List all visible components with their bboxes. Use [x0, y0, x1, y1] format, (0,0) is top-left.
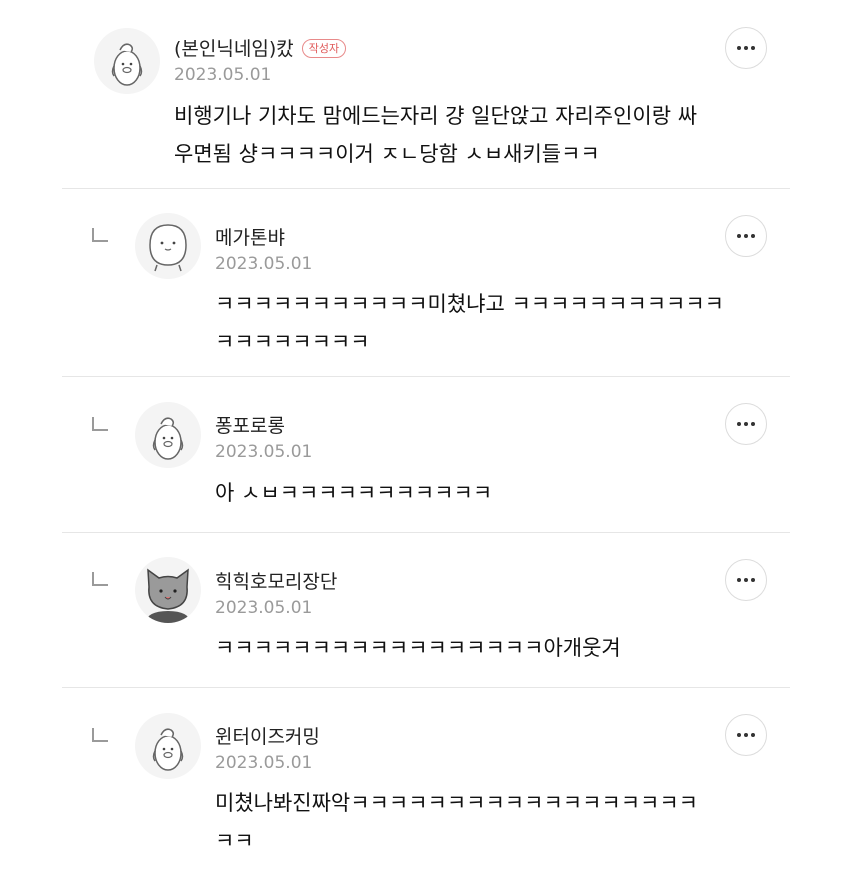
- reply-arrow-icon: [92, 417, 108, 431]
- comment-line: ㅋㅋ: [215, 829, 254, 853]
- comment-date: 2023.05.01: [174, 65, 272, 85]
- more-options-button[interactable]: [725, 714, 767, 756]
- more-options-button[interactable]: [725, 559, 767, 601]
- reply-arrow-icon: [92, 228, 108, 242]
- divider: [62, 376, 790, 377]
- comment-thread: (본인닉네임)캈 작성자 2023.05.01 비행기나 기차도 맘에드는자리 걍…: [0, 0, 850, 884]
- more-options-button[interactable]: [725, 403, 767, 445]
- comment-line: 비행기나 기차도 맘에드는자리 걍 일단앉고 자리주인이랑 싸: [174, 104, 698, 128]
- comment-line: 미쳤나봐진짜악ㅋㅋㅋㅋㅋㅋㅋㅋㅋㅋㅋㅋㅋㅋㅋㅋㅋㅋ: [215, 791, 698, 815]
- comment-date: 2023.05.01: [215, 753, 313, 773]
- comment-line: 우면됨 샹ㅋㅋㅋㅋ이거 ㅈㄴ당함 ㅅㅂ새키들ㅋㅋ: [174, 142, 600, 166]
- comment-date: 2023.05.01: [215, 254, 313, 274]
- comment-date: 2023.05.01: [215, 442, 313, 462]
- more-options-button[interactable]: [725, 215, 767, 257]
- comment-body: ㅋㅋㅋㅋㅋㅋㅋㅋㅋㅋㅋㅋㅋㅋㅋㅋㅋ아개웃겨: [215, 629, 621, 667]
- penguin-avatar[interactable]: [94, 28, 160, 94]
- comment-nickname[interactable]: (본인닉네임)캈 작성자: [174, 34, 347, 61]
- divider: [62, 532, 790, 533]
- more-dots-icon: [737, 234, 755, 238]
- comment-nickname[interactable]: 퐁포로롱: [215, 411, 285, 438]
- comment-line: ㅋㅋㅋㅋㅋㅋㅋㅋㅋㅋㅋ미쳤냐고 ㅋㅋㅋㅋㅋㅋㅋㅋㅋㅋㅋ: [215, 292, 724, 316]
- reply-arrow-icon: [92, 728, 108, 742]
- author-badge: 작성자: [301, 39, 347, 58]
- comment-line: 아 ㅅㅂㅋㅋㅋㅋㅋㅋㅋㅋㅋㅋㅋ: [215, 481, 493, 505]
- comment-nickname[interactable]: 메가톤뱌: [215, 223, 285, 250]
- nickname-text: (본인닉네임)캈: [174, 38, 294, 60]
- more-dots-icon: [737, 422, 755, 426]
- comment-body: 미쳤나봐진짜악ㅋㅋㅋㅋㅋㅋㅋㅋㅋㅋㅋㅋㅋㅋㅋㅋㅋㅋ ㅋㅋ: [215, 784, 698, 860]
- more-dots-icon: [737, 578, 755, 582]
- comment-body: 비행기나 기차도 맘에드는자리 걍 일단앉고 자리주인이랑 싸 우면됨 샹ㅋㅋㅋ…: [174, 97, 697, 173]
- comment-nickname[interactable]: 윈터이즈커밍: [215, 722, 320, 749]
- blob-avatar[interactable]: [135, 213, 201, 279]
- comment-nickname[interactable]: 힉힉호모리장단: [215, 567, 337, 594]
- more-options-button[interactable]: [725, 27, 767, 69]
- penguin-avatar[interactable]: [135, 713, 201, 779]
- comment-body: 아 ㅅㅂㅋㅋㅋㅋㅋㅋㅋㅋㅋㅋㅋ: [215, 474, 492, 512]
- comment-date: 2023.05.01: [215, 598, 313, 618]
- cat-avatar[interactable]: [135, 557, 201, 623]
- more-dots-icon: [737, 733, 755, 737]
- more-dots-icon: [737, 46, 755, 50]
- comment-line: ㅋㅋㅋㅋㅋㅋㅋㅋ: [215, 330, 370, 354]
- divider: [62, 188, 790, 189]
- reply-arrow-icon: [92, 572, 108, 586]
- comment-body: ㅋㅋㅋㅋㅋㅋㅋㅋㅋㅋㅋ미쳤냐고 ㅋㅋㅋㅋㅋㅋㅋㅋㅋㅋㅋ ㅋㅋㅋㅋㅋㅋㅋㅋ: [215, 285, 724, 361]
- comment-line: ㅋㅋㅋㅋㅋㅋㅋㅋㅋㅋㅋㅋㅋㅋㅋㅋㅋ아개웃겨: [215, 636, 621, 660]
- divider: [62, 687, 790, 688]
- penguin-avatar[interactable]: [135, 402, 201, 468]
